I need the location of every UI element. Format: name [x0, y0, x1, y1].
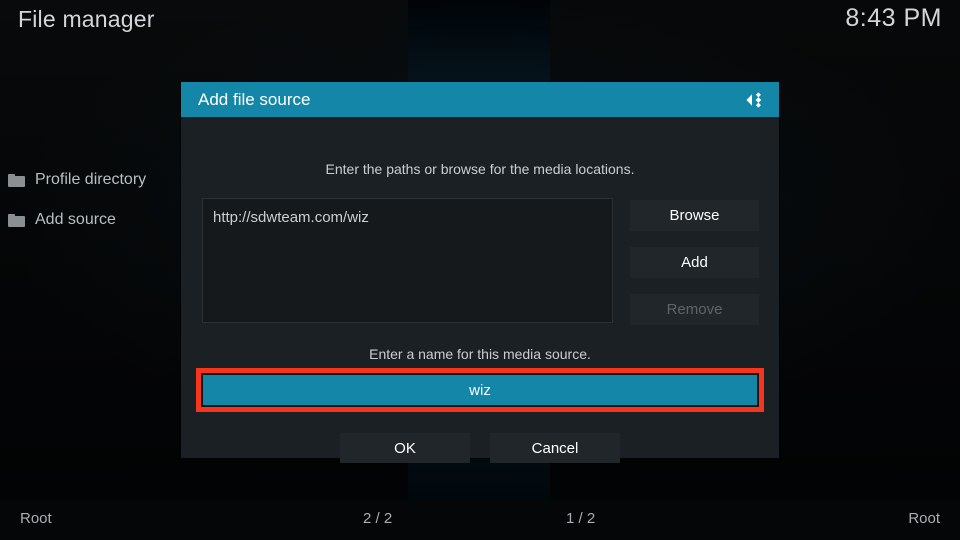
name-field-highlight-box: wiz: [196, 368, 764, 412]
add-file-source-dialog: Add file source Enter the paths or brows…: [181, 82, 779, 463]
status-right-label: Root: [908, 510, 940, 527]
folder-icon: [8, 213, 25, 227]
dialog-title: Add file source: [198, 89, 311, 109]
kodi-logo-icon: [743, 88, 767, 112]
sidebar-item-profile-directory[interactable]: Profile directory: [0, 160, 180, 200]
status-bar: Root 2 / 2 1 / 2 Root: [0, 500, 960, 540]
kodi-screen: File manager 8:43 PM Profile directory A…: [0, 0, 960, 540]
name-input-value: wiz: [469, 381, 491, 399]
cancel-button[interactable]: Cancel: [490, 433, 620, 463]
dialog-body: Enter the paths or browse for the media …: [181, 117, 779, 463]
name-field-inner: wiz: [201, 373, 759, 407]
status-left-item-count: 2 / 2: [363, 510, 393, 527]
top-bar: File manager 8:43 PM: [0, 0, 960, 52]
page-title: File manager: [18, 6, 155, 32]
status-left-label: Root: [20, 510, 52, 527]
paths-hint-label: Enter the paths or browse for the media …: [325, 161, 635, 177]
browse-button[interactable]: Browse: [630, 200, 759, 231]
dialog-title-bar: Add file source: [181, 82, 779, 117]
sidebar-item-label: Add source: [35, 211, 116, 228]
sidebar-item-label: Profile directory: [35, 171, 147, 188]
name-hint-label: Enter a name for this media source.: [369, 346, 591, 362]
paths-list[interactable]: http://sdwteam.com/wiz: [202, 198, 613, 323]
add-button[interactable]: Add: [630, 247, 759, 278]
sidebar: Profile directory Add source: [0, 160, 180, 240]
list-item[interactable]: http://sdwteam.com/wiz: [213, 207, 602, 229]
media-source-name-input[interactable]: wiz: [203, 375, 757, 405]
status-right-item-count: 1 / 2: [566, 510, 596, 527]
remove-button: Remove: [630, 294, 759, 325]
clock-label: 8:43 PM: [845, 4, 942, 32]
ok-button[interactable]: OK: [340, 433, 470, 463]
sidebar-item-add-source[interactable]: Add source: [0, 200, 180, 240]
folder-icon: [8, 173, 25, 187]
